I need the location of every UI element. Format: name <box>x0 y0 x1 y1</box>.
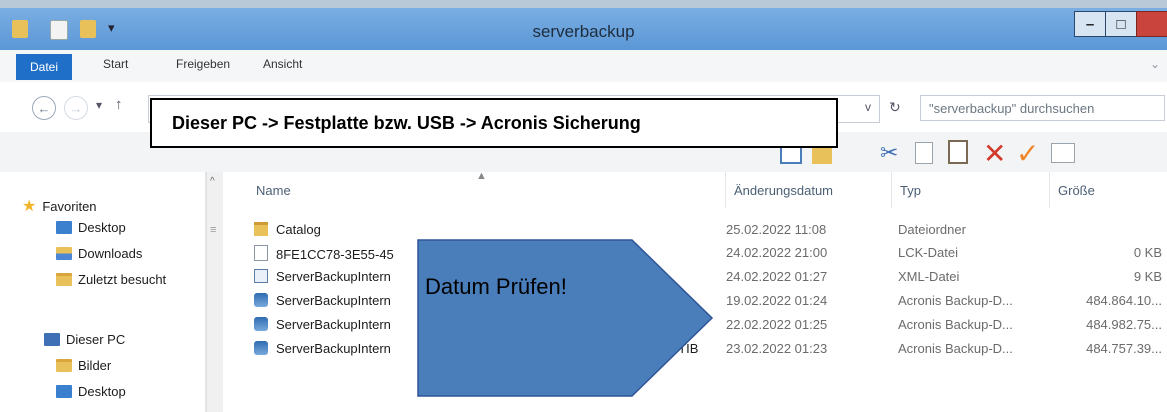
title-bar: ▾ serverbackup – □ <box>0 8 1167 50</box>
file-modified: 24.02.2022 01:27 <box>726 269 828 284</box>
file-modified: 25.02.2022 11:08 <box>726 222 827 237</box>
sidebar-item-downloads[interactable]: Downloads <box>56 246 142 261</box>
file-type: XML-Datei <box>898 269 960 284</box>
column-header-size[interactable]: Größe <box>1050 172 1167 208</box>
file-size: 0 KB <box>1133 245 1162 260</box>
back-button[interactable]: ← <box>32 96 56 120</box>
copy-icon[interactable] <box>915 142 933 164</box>
window-title: serverbackup <box>532 22 635 41</box>
tib-icon <box>254 317 268 331</box>
folder-icon <box>254 222 268 236</box>
sidebar-item-recent[interactable]: Zuletzt besucht <box>56 272 166 287</box>
file-size: 484.864.10... <box>1086 293 1162 308</box>
file-size: 484.757.39... <box>1086 341 1162 356</box>
recent-locations-icon[interactable]: ▾ <box>96 98 102 112</box>
close-button[interactable] <box>1136 11 1167 37</box>
file-modified: 23.02.2022 01:23 <box>726 341 828 356</box>
file-name: ServerBackupIntern <box>276 293 391 308</box>
sidebar-favorites-header[interactable]: ★ Favoriten <box>22 196 97 216</box>
minimize-button[interactable]: – <box>1074 11 1106 37</box>
up-button[interactable]: ↑ <box>115 96 123 113</box>
recent-places-icon <box>56 273 72 286</box>
ribbon-collapse-icon[interactable]: ⌄ <box>1150 57 1160 71</box>
xml-icon <box>254 269 268 283</box>
annotation-arrow-shape <box>417 239 714 397</box>
file-size: 9 KB <box>1133 269 1162 284</box>
maximize-button[interactable]: □ <box>1105 11 1137 37</box>
ribbon-tabs: Datei Start Freigeben Ansicht ⌄ <box>0 50 1167 83</box>
file-name: ServerBackupIntern <box>276 341 391 356</box>
desktop-icon <box>56 221 72 234</box>
sidebar-item-bilder[interactable]: Bilder <box>56 358 111 373</box>
tab-freigeben[interactable]: Freigeben <box>176 57 230 71</box>
star-icon: ★ <box>22 198 37 215</box>
computer-icon <box>44 333 60 346</box>
forward-button[interactable]: → <box>64 96 88 120</box>
arrow-label: Datum Prüfen! <box>425 274 567 299</box>
document-icon <box>254 245 268 261</box>
sidebar-item-desktop[interactable]: Desktop <box>56 220 126 235</box>
tib-icon <box>254 293 268 307</box>
file-size: 484.982.75... <box>1086 317 1162 332</box>
sidebar-pc-header[interactable]: Dieser PC <box>44 332 125 347</box>
paste-icon[interactable] <box>948 140 968 164</box>
downloads-icon <box>56 247 72 260</box>
scroll-grip-icon[interactable]: ≡ <box>210 224 216 236</box>
file-modified: 24.02.2022 21:00 <box>726 245 828 260</box>
file-type: LCK-Datei <box>898 245 958 260</box>
file-name: ServerBackupIntern <box>276 269 391 284</box>
tib-icon <box>254 341 268 355</box>
column-header-modified[interactable]: Änderungsdatum <box>726 172 892 208</box>
cut-icon[interactable]: ✂ <box>880 140 898 166</box>
sidebar-item-desktop-pc[interactable]: Desktop <box>56 384 126 399</box>
refresh-button[interactable]: ↻ <box>889 99 901 116</box>
file-name: Catalog <box>276 222 321 237</box>
file-name: ServerBackupIntern <box>276 317 391 332</box>
background-window-strip <box>0 0 1167 8</box>
tab-ansicht[interactable]: Ansicht <box>263 57 302 71</box>
column-header-name[interactable]: Name ▲ <box>248 170 726 208</box>
file-name: 8FE1CC78-3E55-45 <box>276 247 394 262</box>
properties-icon[interactable] <box>1051 143 1075 163</box>
file-type: Acronis Backup-D... <box>898 317 1013 332</box>
file-modified: 19.02.2022 01:24 <box>726 293 828 308</box>
column-header-type[interactable]: Typ <box>892 172 1050 208</box>
address-dropdown-icon[interactable]: v <box>865 100 871 114</box>
path-callout: Dieser PC -> Festplatte bzw. USB -> Acro… <box>150 98 838 148</box>
delete-icon[interactable]: ✕ <box>983 137 1006 170</box>
file-modified: 22.02.2022 01:25 <box>726 317 828 332</box>
desktop-icon <box>56 385 72 398</box>
navigation-pane: ★ Favoriten Desktop Downloads Zuletzt be… <box>0 172 206 412</box>
navigation-scrollbar[interactable]: ^ ≡ <box>206 172 223 412</box>
rename-check-icon[interactable]: ✓ <box>1016 137 1039 170</box>
pictures-icon <box>56 359 72 372</box>
sort-ascending-icon: ▲ <box>476 170 487 182</box>
file-type: Dateiordner <box>898 222 966 237</box>
tab-start[interactable]: Start <box>103 57 128 71</box>
search-input[interactable]: "serverbackup" durchsuchen <box>920 95 1165 121</box>
tab-datei[interactable]: Datei <box>16 54 72 80</box>
file-type: Acronis Backup-D... <box>898 293 1013 308</box>
file-type: Acronis Backup-D... <box>898 341 1013 356</box>
scroll-up-icon[interactable]: ^ <box>210 176 215 187</box>
